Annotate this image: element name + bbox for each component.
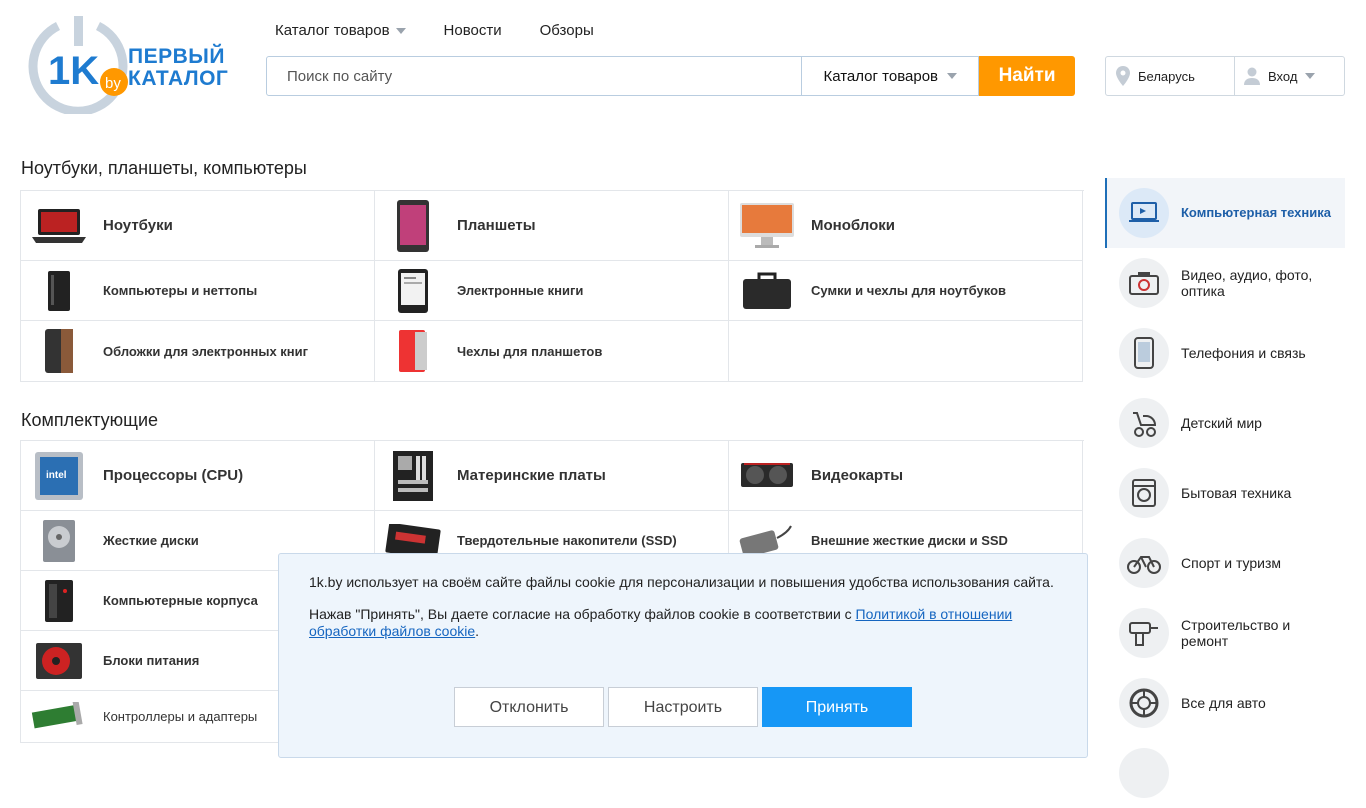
top-navigation: Каталог товаров Новости Обзоры xyxy=(275,22,594,39)
svg-text:1K: 1K xyxy=(48,49,99,93)
cookie-consent-text: Нажав "Принять", Вы даете согласие на об… xyxy=(309,606,1013,639)
monitor-icon xyxy=(737,199,797,253)
accept-button[interactable]: Принять xyxy=(762,687,912,727)
category-ebooks[interactable]: Электронные книги xyxy=(375,261,729,321)
user-box: Беларусь Вход xyxy=(1105,56,1345,96)
search-input[interactable] xyxy=(266,56,803,96)
login-button[interactable]: Вход xyxy=(1235,57,1344,95)
stroller-icon xyxy=(1119,398,1169,448)
pc-case-icon xyxy=(29,574,89,628)
motherboard-icon xyxy=(383,449,443,503)
sidebar-item-computers[interactable]: Компьютерная техника xyxy=(1105,178,1345,248)
category-laptop-bags[interactable]: Сумки и чехлы для ноутбуков xyxy=(729,261,1083,321)
sidebar-item-construction[interactable]: Строительство и ремонт xyxy=(1105,598,1345,668)
sidebar-item-kids[interactable]: Детский мир xyxy=(1105,388,1345,458)
chevron-down-icon xyxy=(1305,73,1316,79)
gpu-icon xyxy=(737,449,797,503)
laptop-icon xyxy=(1119,188,1169,238)
site-logo[interactable]: 1K by ПЕРВЫЙ КАТАЛОГ xyxy=(28,14,228,114)
logo-text: ПЕРВЫЙ КАТАЛОГ xyxy=(128,45,229,90)
ebook-cover-icon xyxy=(29,324,89,378)
laptop-icon xyxy=(29,199,89,253)
location-pin-icon xyxy=(1116,66,1130,86)
tablet-case-icon xyxy=(383,324,443,378)
search-button[interactable]: Найти xyxy=(979,56,1075,96)
controller-card-icon xyxy=(29,690,89,744)
wheel-icon xyxy=(1119,678,1169,728)
phone-icon xyxy=(1119,328,1169,378)
nav-reviews[interactable]: Обзоры xyxy=(540,22,594,39)
drill-icon xyxy=(1119,608,1169,658)
category-ebook-covers[interactable]: Обложки для электронных книг xyxy=(21,321,375,382)
empty-cell xyxy=(729,321,1083,382)
chevron-down-icon xyxy=(395,27,406,34)
category-tablets[interactable]: Планшеты xyxy=(375,191,729,261)
sidebar-item-sport[interactable]: Спорт и туризм xyxy=(1105,528,1345,598)
section-title: Ноутбуки, планшеты, компьютеры xyxy=(21,158,307,178)
category-icon xyxy=(1119,748,1169,798)
category-gpu[interactable]: Видеокарты xyxy=(729,441,1083,511)
category-grid-computers: Ноутбуки Планшеты Моноблоки Компьютеры и… xyxy=(20,190,1084,382)
ebook-icon xyxy=(383,264,443,318)
cookie-buttons: Отклонить Настроить Принять xyxy=(454,687,912,727)
category-tablet-cases[interactable]: Чехлы для планшетов xyxy=(375,321,729,382)
category-cpu[interactable]: intel Процессоры (CPU) xyxy=(21,441,375,511)
sidebar-item-appliances[interactable]: Бытовая техника xyxy=(1105,458,1345,528)
cookie-text: 1k.by использует на своём сайте файлы co… xyxy=(309,574,1054,590)
svg-text:by: by xyxy=(105,75,121,92)
nav-news[interactable]: Новости xyxy=(444,22,502,39)
sidebar-item-more[interactable] xyxy=(1105,738,1345,808)
cpu-icon: intel xyxy=(29,449,89,503)
category-sidebar: Компьютерная техника Видео, аудио, фото,… xyxy=(1105,178,1345,808)
category-motherboards[interactable]: Материнские платы xyxy=(375,441,729,511)
sidebar-item-phones[interactable]: Телефония и связь xyxy=(1105,318,1345,388)
bicycle-icon xyxy=(1119,538,1169,588)
sidebar-item-video-audio[interactable]: Видео, аудио, фото, оптика xyxy=(1105,248,1345,318)
pc-tower-icon xyxy=(29,264,89,318)
tablet-icon xyxy=(383,199,443,253)
category-laptops[interactable]: Ноутбуки xyxy=(21,191,375,261)
washing-machine-icon xyxy=(1119,468,1169,518)
svg-text:intel: intel xyxy=(46,470,67,481)
category-computers-nettops[interactable]: Компьютеры и неттопы xyxy=(21,261,375,321)
section-title: Комплектующие xyxy=(21,410,159,430)
psu-icon xyxy=(29,634,89,688)
decline-button[interactable]: Отклонить xyxy=(454,687,604,727)
camera-icon xyxy=(1119,258,1169,308)
hdd-icon xyxy=(29,514,89,568)
sidebar-item-auto[interactable]: Все для авто xyxy=(1105,668,1345,738)
configure-button[interactable]: Настроить xyxy=(608,687,758,727)
category-monoblocks[interactable]: Моноблоки xyxy=(729,191,1083,261)
nav-catalog[interactable]: Каталог товаров xyxy=(275,22,406,39)
bag-icon xyxy=(737,264,797,318)
cookie-banner: 1k.by использует на своём сайте файлы co… xyxy=(278,553,1088,758)
user-icon xyxy=(1244,67,1260,85)
search-category-select[interactable]: Каталог товаров xyxy=(802,56,980,96)
chevron-down-icon xyxy=(947,73,958,79)
search-bar: Каталог товаров Найти xyxy=(266,56,1075,96)
region-selector[interactable]: Беларусь xyxy=(1106,57,1235,95)
logo-power-icon: 1K by xyxy=(28,16,128,114)
